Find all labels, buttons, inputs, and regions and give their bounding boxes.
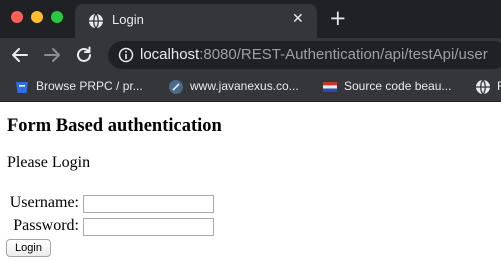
bookmark-label: Source code beau... — [344, 79, 452, 93]
address-bar[interactable]: localhost:8080/REST-Authentication/api/t… — [108, 41, 501, 69]
window-minimize-button[interactable] — [31, 11, 43, 23]
javanexus-icon — [169, 80, 183, 94]
bookmark-label: Browse PRPC / pr... — [36, 79, 143, 93]
globe-icon — [89, 13, 103, 29]
login-prompt: Please Login — [7, 154, 91, 171]
url-path: :8080/REST-Authentication/api/testApi/us… — [199, 46, 488, 63]
site-info-icon[interactable] — [118, 47, 134, 63]
back-arrow-icon[interactable] — [11, 46, 29, 64]
password-field[interactable] — [83, 218, 214, 236]
password-label: Password: — [13, 217, 79, 234]
username-field[interactable] — [83, 195, 214, 213]
page-title: Form Based authentication — [7, 116, 222, 136]
login-button[interactable]: Login — [6, 239, 51, 257]
window-maximize-button[interactable] — [51, 11, 63, 23]
new-tab-button[interactable]: + — [329, 6, 347, 30]
url-text: localhost:8080/REST-Authentication/api/t… — [140, 46, 488, 63]
reload-icon[interactable] — [75, 46, 93, 64]
flag-icon — [323, 82, 337, 92]
tab-title: Login — [112, 12, 144, 27]
url-host: localhost — [140, 46, 200, 63]
bookmark-label: www.javanexus.co... — [190, 79, 299, 93]
bookmark-label: F — [497, 79, 501, 93]
page-content: Form Based authentication Please Login U… — [0, 102, 501, 261]
prpc-icon — [16, 82, 28, 93]
globe-icon — [476, 79, 490, 95]
browser-titlebar: Login ✕ + — [0, 0, 501, 38]
browser-tab[interactable]: Login ✕ — [75, 4, 317, 38]
window-close-button[interactable] — [11, 11, 23, 23]
bookmarks-bar: Browse PRPC / pr... www.javanexus.co... … — [0, 72, 501, 102]
forward-arrow-icon[interactable] — [43, 46, 61, 64]
username-label: Username: — [9, 194, 79, 211]
tab-close-icon[interactable]: ✕ — [292, 10, 304, 28]
